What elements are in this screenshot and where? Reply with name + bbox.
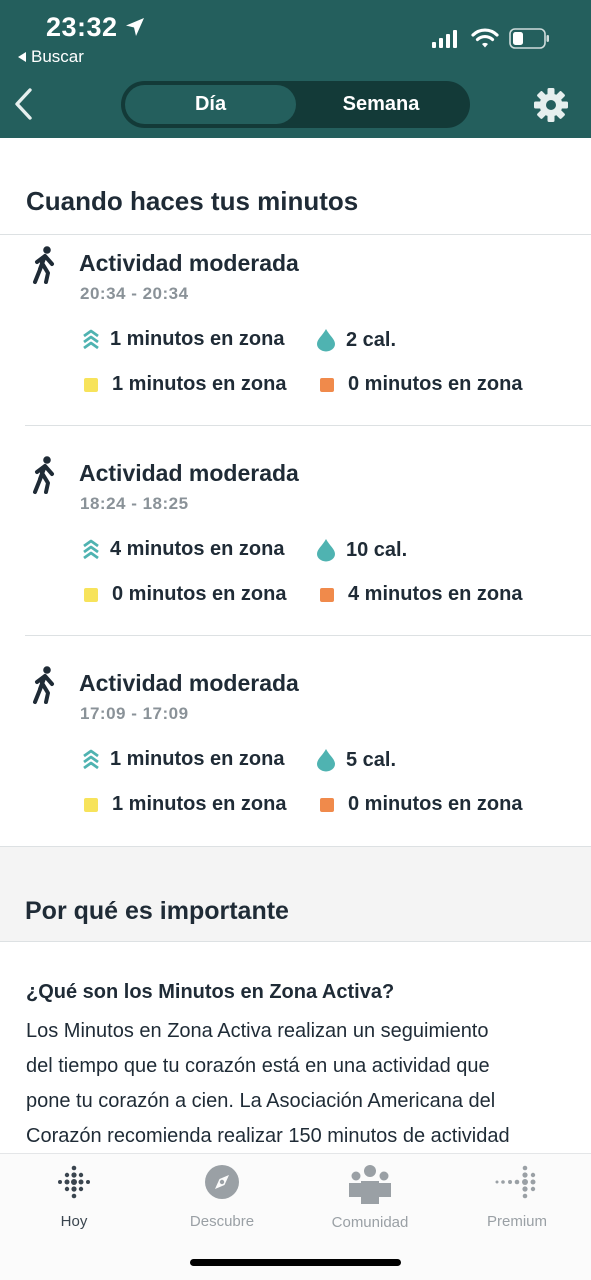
cardio-value: 0 minutos en zona: [348, 373, 523, 395]
activity-divider: [25, 635, 591, 636]
activity-item[interactable]: Actividad moderada 18:24 - 18:25 4 minut…: [0, 448, 591, 618]
tab-today[interactable]: Hoy: [4, 1164, 144, 1230]
cardio-swatch: [320, 377, 334, 392]
body-line: pone tu corazón a cien. La Asociación Am…: [26, 1090, 496, 1112]
zone-chevrons-icon: [83, 749, 99, 769]
back-to-app-link[interactable]: Buscar: [18, 47, 84, 67]
walking-person-icon: [33, 456, 54, 494]
app-header: 23:32 Buscar Día Semana: [0, 0, 591, 138]
why-section-title: Por qué es importante: [25, 897, 289, 925]
activity-item[interactable]: Actividad moderada 17:09 - 17:09 1 minut…: [0, 658, 591, 828]
activity-item[interactable]: Actividad moderada 20:34 - 20:34 1 minut…: [0, 238, 591, 408]
section-divider: [0, 234, 591, 235]
fat-burn-stat: 0 minutos en zona: [84, 583, 286, 606]
why-section-header: Por qué es importante: [0, 847, 591, 941]
section-divider: [0, 941, 591, 942]
tab-premium-label: Premium: [486, 1213, 547, 1230]
tab-day[interactable]: Día: [125, 85, 296, 124]
fat-burn-value: 0 minutos en zona: [112, 583, 287, 605]
cardio-swatch: [320, 587, 334, 602]
battery-icon: [509, 28, 549, 49]
status-time: 23:32: [46, 12, 118, 42]
flame-drop-icon: [317, 539, 335, 562]
activity-time: 17:09 - 17:09: [80, 704, 189, 723]
zone-minutes-stat: 4 minutos en zona: [82, 538, 284, 561]
zone-minutes-stat: 1 minutos en zona: [82, 328, 284, 351]
gear-icon[interactable]: [532, 86, 570, 124]
back-chevron-icon[interactable]: [10, 86, 38, 122]
location-arrow-icon: [126, 18, 144, 36]
zone-minutes-value: 1 minutos en zona: [110, 328, 285, 350]
flame-drop-icon: [317, 749, 335, 772]
activity-title: Actividad moderada: [79, 250, 299, 276]
cardio-stat: 0 minutos en zona: [320, 793, 522, 816]
why-question: ¿Qué son los Minutos en Zona Activa?: [26, 981, 395, 1003]
calories-stat: 5 cal.: [316, 748, 396, 772]
cardio-swatch: [320, 797, 334, 812]
cardio-value: 4 minutos en zona: [348, 583, 523, 605]
activity-title: Actividad moderada: [79, 670, 299, 696]
calories-value: 10 cal.: [346, 538, 408, 561]
wifi-icon: [471, 28, 499, 48]
activity-divider: [25, 425, 591, 426]
flame-drop-icon: [317, 329, 335, 352]
zone-minutes-value: 4 minutos en zona: [110, 538, 285, 560]
fat-burn-value: 1 minutos en zona: [112, 793, 287, 815]
today-dots-icon: [58, 1165, 90, 1199]
tab-discover[interactable]: Descubre: [152, 1164, 292, 1230]
home-indicator: [190, 1259, 401, 1266]
fat-burn-stat: 1 minutos en zona: [84, 793, 286, 816]
activity-time: 18:24 - 18:25: [80, 494, 189, 513]
body-line: Los Minutos en Zona Activa realizan un s…: [26, 1020, 489, 1042]
walking-person-icon: [33, 246, 54, 284]
zone-chevrons-icon: [83, 329, 99, 349]
minutes-section-title: Cuando haces tus minutos: [26, 186, 359, 216]
premium-dots-icon: [495, 1165, 536, 1199]
fat-burn-swatch: [84, 797, 98, 812]
cardio-value: 0 minutos en zona: [348, 793, 523, 815]
tab-discover-label: Descubre: [189, 1213, 255, 1230]
fat-burn-swatch: [84, 377, 98, 392]
why-body-text: Los Minutos en Zona Activa realizan un s…: [26, 1014, 571, 1154]
back-triangle-icon: [18, 52, 26, 62]
calories-value: 5 cal.: [346, 748, 397, 771]
calories-stat: 2 cal.: [316, 328, 396, 352]
day-week-segmented-control: Día Semana: [121, 81, 470, 128]
compass-icon: [205, 1165, 239, 1199]
community-icon: [349, 1165, 391, 1204]
body-line: Corazón recomienda realizar 150 minutos …: [26, 1125, 510, 1147]
zone-minutes-stat: 1 minutos en zona: [82, 748, 284, 771]
fat-burn-swatch: [84, 587, 98, 602]
calories-stat: 10 cal.: [316, 538, 407, 562]
tab-community-label: Comunidad: [331, 1214, 409, 1231]
zone-minutes-value: 1 minutos en zona: [110, 748, 285, 770]
walking-person-icon: [33, 666, 54, 704]
cellular-signal-icon: [432, 30, 457, 48]
body-line: del tiempo que tu corazón está en una ac…: [26, 1055, 490, 1077]
fat-burn-value: 1 minutos en zona: [112, 373, 287, 395]
tab-week[interactable]: Semana: [296, 85, 466, 124]
tab-today-label: Hoy: [60, 1213, 88, 1230]
activity-title: Actividad moderada: [79, 460, 299, 486]
tab-community[interactable]: Comunidad: [300, 1164, 440, 1231]
back-app-label: Buscar: [31, 47, 84, 66]
zone-chevrons-icon: [83, 539, 99, 559]
cardio-stat: 0 minutos en zona: [320, 373, 522, 396]
tab-premium[interactable]: Premium: [447, 1164, 587, 1230]
calories-value: 2 cal.: [346, 328, 397, 351]
activity-time: 20:34 - 20:34: [80, 284, 189, 303]
cardio-stat: 4 minutos en zona: [320, 583, 522, 606]
fat-burn-stat: 1 minutos en zona: [84, 373, 286, 396]
